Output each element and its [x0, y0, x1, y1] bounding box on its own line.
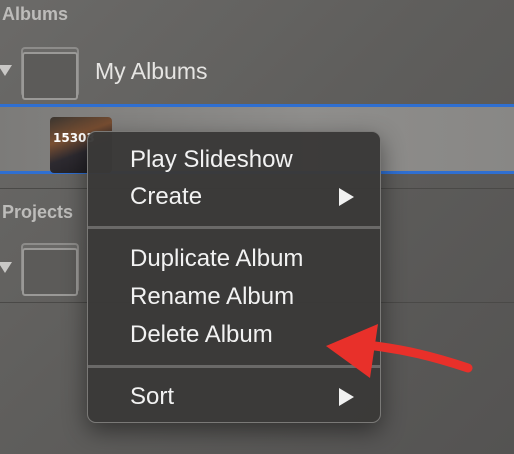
menu-separator [88, 365, 380, 368]
projects-section-header: Projects [2, 202, 74, 222]
disclosure-triangle-down-icon[interactable] [0, 65, 12, 76]
submenu-chevron-right-icon [339, 188, 354, 206]
delete-album-menu-item[interactable]: Delete Album [130, 320, 273, 350]
sort-menu-item[interactable]: Sort [130, 382, 174, 412]
my-albums-folder-icon [22, 52, 78, 100]
menu-separator [88, 226, 380, 229]
create-menu-item[interactable]: Create [130, 182, 202, 212]
my-albums-label[interactable]: My Albums [95, 58, 207, 85]
rename-album-menu-item[interactable]: Rename Album [130, 282, 294, 312]
disclosure-triangle-down-icon[interactable] [0, 262, 12, 273]
submenu-chevron-right-icon [339, 388, 354, 406]
album-context-menu: Play Slideshow Create Duplicate Album Re… [87, 131, 381, 423]
play-slideshow-menu-item[interactable]: Play Slideshow [130, 145, 293, 175]
albums-section-header: Albums [2, 4, 69, 24]
projects-folder-icon [22, 248, 78, 296]
duplicate-album-menu-item[interactable]: Duplicate Album [130, 244, 303, 274]
